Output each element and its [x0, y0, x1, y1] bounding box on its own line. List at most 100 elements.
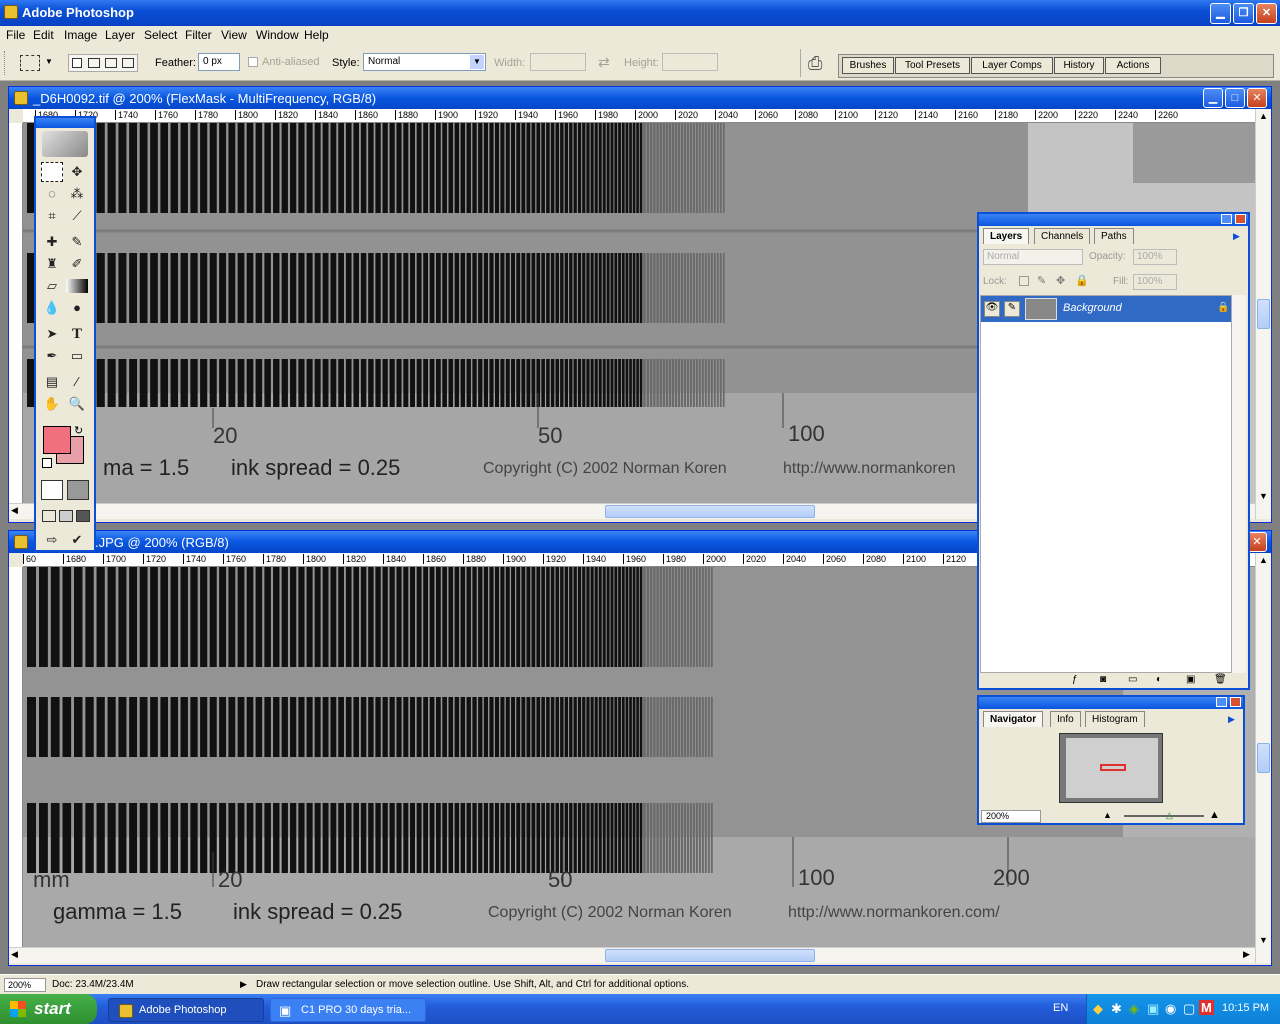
lasso-tool-icon[interactable]: ◌ [41, 184, 63, 204]
tab-channels[interactable]: Channels [1034, 228, 1091, 244]
navigator-preview[interactable] [1059, 733, 1163, 803]
layer-style-icon[interactable]: ƒ [1072, 674, 1078, 685]
scroll-right-icon[interactable]: ▶ [1243, 949, 1250, 960]
zoom-out-icon[interactable]: ▲ [1103, 810, 1112, 820]
palette-minimize-button[interactable] [1221, 214, 1232, 224]
palette-menu-icon[interactable]: ▶ [1233, 231, 1240, 242]
status-arrow-icon[interactable]: ▶ [240, 979, 247, 990]
layer-name[interactable]: Background [1063, 302, 1122, 314]
doc-close-button[interactable]: ✕ [1247, 88, 1267, 108]
type-tool-icon[interactable]: T [66, 324, 88, 344]
close-button[interactable]: ✕ [1256, 3, 1277, 24]
quickmask-mode-icon[interactable] [67, 480, 89, 500]
eye-icon[interactable]: 👁 [984, 301, 1000, 317]
chevron-down-icon[interactable]: ▼ [470, 55, 484, 69]
palette-minimize-button[interactable] [1216, 697, 1227, 707]
foreground-color-swatch[interactable] [43, 426, 71, 454]
new-group-icon[interactable]: ▭ [1128, 674, 1137, 685]
doc-minimize-button[interactable]: ▁ [1203, 88, 1223, 108]
layer-row-background[interactable]: 👁 ✎ Background 🔒 [981, 296, 1231, 322]
palette-menu-icon[interactable]: ▶ [1228, 714, 1235, 725]
style-select[interactable]: Normal ▼ [363, 53, 486, 71]
screen-mode-standard-icon[interactable] [42, 510, 56, 522]
notes-tool-icon[interactable]: ▤ [41, 372, 63, 392]
tray-icon-4[interactable]: ▣ [1147, 1001, 1159, 1017]
tab-histogram[interactable]: Histogram [1085, 711, 1145, 727]
eraser-tool-icon[interactable]: ▱ [41, 276, 63, 296]
new-selection-icon[interactable] [72, 58, 82, 68]
start-button[interactable]: start [0, 994, 97, 1024]
scroll-down-icon[interactable]: ▼ [1259, 491, 1268, 501]
jump-to-imageready-icon[interactable]: ⇨ [41, 530, 63, 550]
lock-image-icon[interactable]: ✎ [1037, 274, 1046, 287]
lock-position-icon[interactable]: ✥ [1056, 274, 1065, 287]
menu-layer[interactable]: Layer [105, 28, 135, 42]
menu-filter[interactable]: Filter [185, 28, 212, 42]
scroll-thumb[interactable] [605, 505, 815, 518]
layer-mask-icon[interactable]: ◙ [1100, 674, 1106, 685]
palette-title-bar[interactable] [979, 214, 1248, 226]
brush-tool-icon[interactable]: ✎ [66, 232, 88, 252]
language-indicator[interactable]: EN [1053, 1002, 1068, 1014]
clone-stamp-icon[interactable]: ♜ [41, 254, 63, 274]
scroll-left-icon[interactable]: ◀ [11, 505, 18, 516]
tab-layers[interactable]: Layers [983, 228, 1030, 244]
chevron-down-icon[interactable]: ▼ [45, 57, 53, 66]
screen-mode-menu-icon[interactable] [59, 510, 73, 522]
pen-tool-icon[interactable]: ✒ [41, 346, 63, 366]
antialias-checkbox[interactable] [248, 57, 258, 67]
menu-select[interactable]: Select [144, 28, 177, 42]
tray-icon-5[interactable]: ◉ [1165, 1001, 1176, 1017]
tray-icon-2[interactable]: ✱ [1111, 1001, 1122, 1017]
trash-icon[interactable]: 🗑 [1214, 674, 1227, 685]
eyedropper-icon[interactable]: ⁄ [66, 372, 88, 392]
feather-logo-icon[interactable] [42, 131, 88, 157]
gradient-tool-icon[interactable] [66, 279, 88, 293]
feather-input[interactable]: 0 px [198, 53, 240, 71]
marquee-preset-icon[interactable] [20, 55, 40, 71]
zoom-tool-icon[interactable]: 🔍 [66, 394, 88, 414]
adjustment-layer-icon[interactable]: ◐ [1156, 674, 1162, 685]
tray-icon-6[interactable]: ▢ [1183, 1001, 1195, 1017]
zoom-slider-handle[interactable]: △ [1166, 810, 1173, 821]
vertical-scrollbar[interactable]: ▲ ▼ [1255, 553, 1271, 963]
well-tab-brushes[interactable]: Brushes [842, 57, 894, 74]
lock-all-icon[interactable]: 🔒 [1075, 274, 1089, 287]
rect-marquee-icon[interactable] [41, 162, 63, 182]
tab-navigator[interactable]: Navigator [983, 711, 1044, 727]
opacity-input[interactable]: 100% [1133, 249, 1177, 265]
navigator-zoom-input[interactable]: 200% [981, 810, 1041, 823]
zoom-in-icon[interactable]: ▲ [1209, 809, 1220, 821]
add-selection-icon[interactable] [88, 58, 100, 68]
palette-close-button[interactable] [1235, 214, 1246, 224]
tab-paths[interactable]: Paths [1094, 228, 1134, 244]
app-title-bar[interactable]: Adobe Photoshop ▁ ❐ ✕ [0, 0, 1280, 26]
shape-tool-icon[interactable]: ▭ [66, 346, 88, 366]
history-brush-icon[interactable]: ✐ [66, 254, 88, 274]
lock-transparent-icon[interactable] [1019, 276, 1029, 286]
scroll-up-icon[interactable]: ▲ [1259, 555, 1268, 565]
path-select-icon[interactable]: ➤ [41, 324, 63, 344]
doc-maximize-button[interactable]: □ [1225, 88, 1245, 108]
subtract-selection-icon[interactable] [105, 58, 117, 68]
layers-scrollbar[interactable] [1232, 295, 1246, 673]
scroll-left-icon[interactable]: ◀ [11, 949, 18, 960]
standard-mode-icon[interactable] [41, 480, 63, 500]
well-tab-layer-comps[interactable]: Layer Comps [971, 57, 1053, 74]
taskbar-item-photoshop[interactable]: Adobe Photoshop [108, 998, 264, 1022]
scroll-up-icon[interactable]: ▲ [1259, 111, 1268, 121]
scroll-thumb[interactable] [605, 949, 815, 962]
healing-brush-icon[interactable]: ✚ [41, 232, 63, 252]
fill-input[interactable]: 100% [1133, 274, 1177, 290]
document-title-bar[interactable]: _D6H0092.tif @ 200% (FlexMask - MultiFre… [9, 87, 1271, 109]
well-tab-actions[interactable]: Actions [1105, 57, 1161, 74]
swap-colors-icon[interactable]: ↻ [74, 424, 83, 437]
menu-window[interactable]: Window [256, 28, 299, 42]
vertical-scrollbar[interactable]: ▲ ▼ [1255, 109, 1271, 519]
palette-close-button[interactable] [1230, 697, 1241, 707]
blend-mode-select[interactable]: Normal [983, 249, 1083, 265]
well-tab-tool-presets[interactable]: Tool Presets [895, 57, 970, 74]
navigator-view-box[interactable] [1100, 764, 1126, 771]
horizontal-scrollbar[interactable]: ◀ ▶ [9, 947, 1255, 963]
toolbox-title-bar[interactable] [36, 118, 94, 128]
